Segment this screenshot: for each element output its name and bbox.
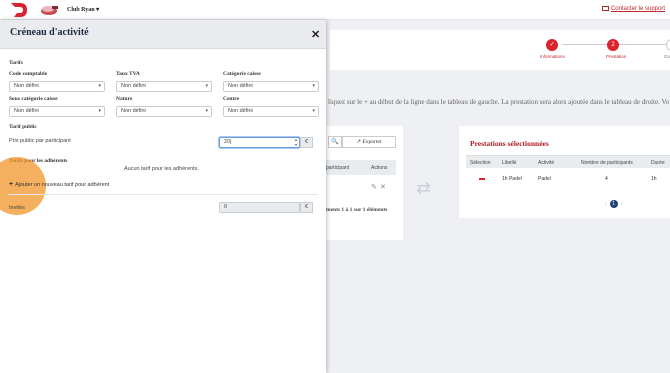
- stepper: ✓ 2: [330, 30, 670, 70]
- step-3-label: Co: [664, 54, 670, 59]
- search-icon: 🔍: [331, 139, 339, 145]
- taux-tva-label: Taux TVA: [116, 71, 140, 77]
- spinner-icon[interactable]: ▴ ▾: [295, 137, 297, 147]
- taux-tva-select[interactable]: Non défini ▾: [116, 81, 212, 92]
- chevron-down-icon: ▾: [312, 108, 315, 114]
- panel-header: Créneau d'activité ✕: [0, 20, 326, 49]
- page-current[interactable]: 1: [609, 200, 618, 208]
- add-adherent-tarif-button[interactable]: + Ajouter un nouveau tarif pour adhérent: [9, 181, 109, 188]
- export-button[interactable]: ↗ Exporter: [342, 136, 396, 148]
- app-logo-icon[interactable]: [10, 2, 28, 18]
- categorie-caisse-select[interactable]: Non défini ▾: [223, 81, 319, 92]
- instruction-text: liquez sur le + au début de la ligne dan…: [328, 98, 670, 106]
- chevron-down-icon: ▾: [312, 83, 315, 89]
- invites-label: Invités: [9, 205, 25, 211]
- left-table-header: participant Actions: [326, 160, 396, 175]
- code-comptable-select[interactable]: Non défini ▾: [9, 81, 105, 92]
- search-button[interactable]: 🔍: [328, 136, 342, 148]
- envelope-icon: [601, 6, 609, 11]
- tarifs-heading: Tarifs: [9, 60, 23, 66]
- pencil-icon[interactable]: ✎: [371, 183, 377, 191]
- club-avatar-icon[interactable]: [40, 4, 60, 16]
- pagination-info: ments 1 à 1 sur 1 éléments: [326, 207, 388, 213]
- centre-select[interactable]: Non défini ▾: [223, 106, 319, 117]
- row-libelle: 1h Padel: [502, 176, 522, 182]
- close-icon[interactable]: ✕: [311, 28, 320, 41]
- code-comptable-label: Code comptable: [9, 71, 48, 77]
- tarif-public-heading: Tarif public: [9, 124, 37, 130]
- prix-public-label: Prix public par participant: [9, 138, 71, 144]
- chevron-down-icon: ▾: [96, 7, 100, 13]
- currency-addon: €: [300, 202, 313, 213]
- plus-icon: +: [9, 181, 14, 188]
- chevron-down-icon: ▾: [98, 83, 101, 89]
- centre-label: Centre: [223, 96, 240, 102]
- prev-page-icon[interactable]: ‹: [605, 201, 607, 207]
- sous-categorie-caisse-select[interactable]: Non défini ▾: [9, 106, 105, 117]
- next-page-icon[interactable]: ›: [621, 201, 623, 207]
- divider: [8, 194, 318, 195]
- row-activite: Padel: [538, 176, 551, 182]
- column-header[interactable]: Nombre de participants: [581, 160, 633, 166]
- invites-input[interactable]: 0: [219, 202, 300, 213]
- chevron-down-icon: ▾: [205, 83, 208, 89]
- nature-label: Nature: [116, 96, 133, 102]
- step-2-dot[interactable]: 2: [607, 39, 619, 51]
- categorie-caisse-label: Catégorie caisse: [223, 71, 261, 77]
- step-1-label: Informations: [540, 54, 565, 59]
- sous-categorie-caisse-label: Sous catégorie caisse: [9, 96, 58, 102]
- row-duree: 1h: [651, 176, 657, 182]
- step-3-dot[interactable]: [666, 39, 670, 51]
- chevron-down-icon: ▾: [205, 108, 208, 114]
- chevron-down-icon: ▾: [98, 108, 101, 114]
- step-1-dot[interactable]: ✓: [546, 39, 558, 51]
- top-bar: Club Ryan ▾ Contacter le support: [0, 0, 670, 20]
- column-header[interactable]: Sélection: [470, 160, 491, 166]
- remove-row-icon[interactable]: [479, 178, 485, 180]
- export-icon: ↗: [356, 139, 361, 145]
- column-header[interactable]: Activité: [538, 160, 554, 166]
- club-name: Club Ryan: [67, 7, 95, 13]
- no-adherent-text: Aucun tarif pour les adhérents.: [124, 166, 199, 172]
- row-participants: 4: [605, 176, 608, 182]
- column-header[interactable]: Durée: [651, 160, 665, 166]
- step-2-label: Prestation: [606, 54, 627, 59]
- column-header[interactable]: Actions: [371, 165, 387, 171]
- activity-slot-panel: Créneau d'activité ✕ Tarifs Code comptab…: [0, 20, 326, 373]
- close-icon[interactable]: ✕: [380, 183, 386, 191]
- pagination: ‹ 1 ›: [605, 200, 622, 208]
- prix-public-input[interactable]: 20| ▴ ▾: [219, 137, 300, 148]
- step-connector: [620, 44, 670, 45]
- club-selector[interactable]: Club Ryan ▾: [67, 6, 99, 13]
- column-header[interactable]: participant: [326, 165, 349, 171]
- selected-services-title: Prestations sélectionnées: [470, 139, 549, 148]
- right-table-header: Sélection Libellé Activité Nombre de par…: [466, 155, 670, 168]
- column-header[interactable]: Libellé: [502, 160, 516, 166]
- currency-addon: €: [300, 137, 313, 148]
- transfer-arrows-icon: ⇄: [416, 178, 432, 198]
- nature-select[interactable]: Non défini ▾: [116, 106, 212, 117]
- panel-title: Créneau d'activité: [10, 27, 89, 38]
- support-link[interactable]: Contacter le support: [601, 6, 665, 12]
